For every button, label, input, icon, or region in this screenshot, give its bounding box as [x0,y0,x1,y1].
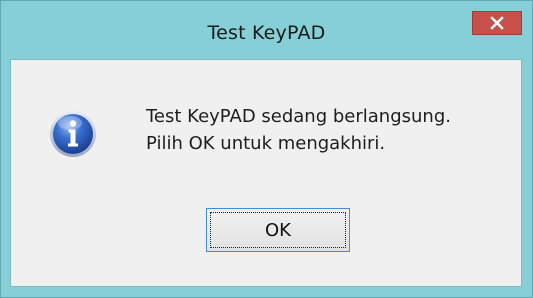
message-line-1: Test KeyPAD sedang berlangsung. [146,106,451,127]
close-button[interactable] [472,11,522,35]
message-text: Test KeyPAD sedang berlangsung. Pilih OK… [146,103,516,157]
window-title: Test KeyPAD [207,22,326,44]
ok-button-label: OK [265,219,291,241]
info-icon [50,111,96,157]
dialog-body: Test KeyPAD sedang berlangsung. Pilih OK… [10,59,522,287]
dialog-window: Test KeyPAD Test KeyPAD sedang berlangsu… [0,0,533,298]
close-icon [490,16,504,30]
message-line-2: Pilih OK untuk mengakhiri. [146,133,386,154]
ok-button[interactable]: OK [206,208,350,252]
